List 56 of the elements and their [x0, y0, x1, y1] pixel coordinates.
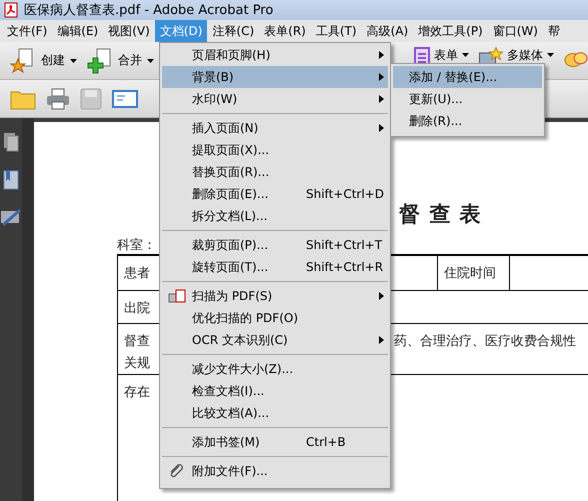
dropdown-caret-icon[interactable] [462, 53, 469, 57]
menu-item[interactable]: 提取页面(X)... [162, 139, 388, 161]
menu-item[interactable]: OCR 文本识别(C) [162, 329, 388, 351]
menu-item[interactable]: 旋转页面(T)... Shift+Ctrl+R [162, 256, 388, 278]
menu-item[interactable]: 替换页面(R)... [162, 161, 388, 183]
menu-item[interactable]: 页眉和页脚(H) [162, 44, 388, 66]
scanner-icon [168, 288, 186, 304]
envelope-icon[interactable] [112, 88, 138, 108]
window-title: 医保病人督查表.pdf - Adobe Acrobat Pro [24, 2, 274, 19]
pen-signature-icon[interactable] [0, 208, 22, 226]
menu-item[interactable]: 检查文档(I)... [162, 380, 388, 402]
bookmark-page-icon[interactable] [3, 170, 19, 190]
menu-item[interactable]: 减少文件大小(Z)... [162, 358, 388, 380]
table-cell-text: 药、合理治疗、医疗收费合规性 [393, 332, 576, 350]
menu-item[interactable]: 添加书签(M) Ctrl+B [162, 431, 388, 453]
menu-item[interactable]: 背景(B) [162, 66, 388, 88]
table-cell-text: 存在 [123, 383, 150, 401]
menu-item[interactable]: 帮 [542, 20, 565, 42]
dropdown-caret-icon[interactable] [70, 58, 77, 62]
menu-item[interactable]: 优化扫描的 PDF(O) [162, 307, 388, 329]
menu-item[interactable]: 添加 / 替换(E)... [393, 66, 542, 88]
toolbar-button-label[interactable]: 创建 [41, 52, 65, 69]
menu-item[interactable]: 附加文件(F)... [162, 460, 388, 482]
pdf-file-icon [4, 2, 18, 18]
pages-icon[interactable] [3, 132, 19, 152]
menu-item[interactable]: 高级(A) [362, 20, 414, 42]
document-plus-icon [87, 48, 113, 74]
menu-item[interactable]: 删除(R)... [393, 110, 542, 132]
table-cell-text: 关规 [123, 354, 150, 372]
menu-item[interactable]: 更新(U)... [393, 88, 542, 110]
menu-item[interactable]: 比较文档(A)... [162, 402, 388, 424]
menu-item[interactable]: 裁剪页面(P)... Shift+Ctrl+T [162, 234, 388, 256]
toolbar-button-label[interactable]: 合并 [118, 52, 142, 69]
document-title: 督 查 表 [399, 201, 484, 228]
paperclip-icon [168, 463, 184, 479]
dropdown-caret-icon[interactable] [147, 58, 154, 62]
menu-item[interactable]: 表单(R) [259, 20, 311, 42]
department-label: 科室： [117, 236, 156, 254]
table-cell-text: 出院 [123, 299, 150, 317]
toolbar-button-label[interactable]: 表单 [434, 47, 458, 64]
menu-item[interactable]: 拆分文档(L)... [162, 205, 388, 227]
menu-item[interactable]: 文件(F) [2, 20, 52, 42]
menu-item[interactable]: 工具(T) [310, 20, 362, 42]
menu-item[interactable]: 注释(C) [207, 20, 260, 42]
menu-item[interactable]: 视图(V) [103, 20, 155, 42]
menu-item[interactable]: 水印(W) [162, 88, 388, 110]
dropdown-caret-icon[interactable] [547, 53, 554, 57]
menu-item[interactable]: 删除页面(E)... Shift+Ctrl+D [162, 183, 388, 205]
menu-item[interactable]: 编辑(E) [52, 20, 104, 42]
menu-item[interactable]: 插入页面(N) [162, 117, 388, 139]
menu-item[interactable]: 增效工具(P) [413, 20, 488, 42]
toolbar-button-label[interactable]: 多媒体 [507, 47, 543, 64]
table-cell-text: 督查 [123, 332, 150, 350]
table-cell: 住院时间 [438, 256, 510, 290]
menu-item[interactable]: 窗口(W) [488, 20, 543, 42]
printer-icon[interactable] [46, 88, 70, 110]
